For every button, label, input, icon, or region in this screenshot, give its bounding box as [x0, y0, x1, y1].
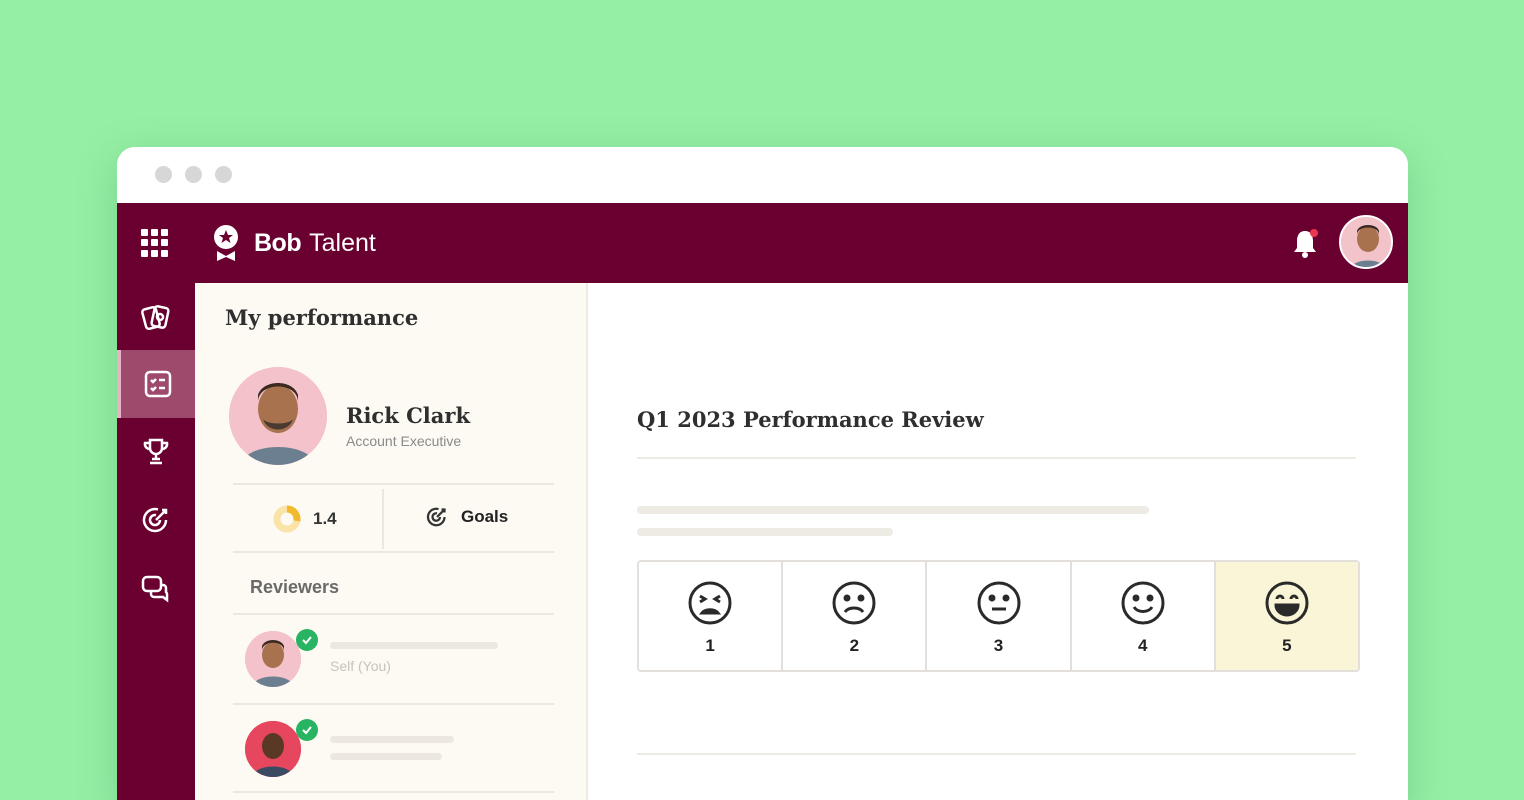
divider — [637, 753, 1356, 755]
check-icon — [296, 629, 318, 651]
panel-title: My performance — [225, 305, 419, 330]
reviewer-label: Self (You) — [330, 658, 391, 674]
window-dot-maximize[interactable] — [215, 166, 232, 183]
bell-icon[interactable] — [1291, 227, 1319, 259]
cards-icon — [141, 305, 170, 331]
window-dot-close[interactable] — [155, 166, 172, 183]
neutral-face-icon — [977, 581, 1020, 625]
divider — [233, 791, 554, 793]
rating-option-4[interactable]: 4 — [1071, 562, 1216, 670]
reviewer-avatar[interactable] — [245, 721, 301, 777]
user-role: Account Executive — [346, 433, 462, 449]
text-placeholder — [330, 753, 442, 760]
brand-name: Bob — [254, 228, 302, 257]
sidebar-item-goals[interactable] — [117, 486, 195, 554]
sidebar-item-achievements[interactable] — [117, 418, 195, 486]
rating-option-5[interactable]: 5 — [1215, 562, 1358, 670]
top-bar: Bob Talent — [117, 203, 1408, 283]
squinting-sad-face-icon — [688, 581, 732, 625]
text-placeholder — [330, 642, 498, 649]
sidebar-item-feedback[interactable] — [117, 554, 195, 622]
brand[interactable]: Bob Talent — [211, 223, 376, 263]
score-donut-icon — [273, 505, 301, 533]
window-chrome — [117, 147, 1408, 203]
rating-value: 3 — [993, 636, 1004, 655]
checklist-icon — [144, 370, 172, 398]
frown-face-icon — [832, 581, 876, 625]
user-name: Rick Clark — [346, 403, 470, 428]
rating-value: 5 — [1282, 636, 1292, 655]
review-title: Q1 2023 Performance Review — [637, 407, 984, 432]
rating-option-2[interactable]: 2 — [783, 562, 928, 670]
divider — [637, 457, 1356, 459]
score-stat[interactable]: 1.4 — [273, 505, 337, 533]
rating-value: 2 — [849, 636, 860, 655]
sidebar-item-cards[interactable] — [117, 283, 195, 351]
text-placeholder — [637, 506, 1149, 514]
stats-divider — [382, 489, 384, 549]
goals-link[interactable]: Goals — [425, 505, 508, 529]
sidebar — [117, 283, 195, 800]
browser-window: Bob Talent My performance Rick Clark Acc… — [117, 147, 1408, 800]
sidebar-item-tasks[interactable] — [117, 350, 195, 418]
smile-face-icon — [1121, 581, 1165, 625]
divider — [233, 551, 554, 553]
score-value: 1.4 — [313, 509, 337, 528]
bob-logo-icon — [214, 225, 238, 261]
profile-panel: My performance Rick Clark Account Execut… — [195, 283, 588, 800]
apps-grid-icon[interactable] — [141, 229, 169, 257]
divider — [233, 483, 554, 485]
text-placeholder — [637, 528, 893, 536]
divider — [233, 613, 554, 615]
brand-product: Talent — [309, 228, 376, 257]
profile-avatar — [229, 367, 327, 465]
rating-value: 1 — [705, 636, 715, 655]
window-dot-minimize[interactable] — [185, 166, 202, 183]
review-area: Q1 2023 Performance Review 1 2 3 4 5 — [589, 283, 1408, 800]
reviewer-avatar[interactable] — [245, 631, 301, 687]
target-icon — [426, 507, 446, 527]
reviewers-heading: Reviewers — [250, 577, 340, 597]
rating-option-1[interactable]: 1 — [639, 562, 784, 670]
check-icon — [296, 719, 318, 741]
rating-value: 4 — [1137, 636, 1148, 655]
chat-bubbles-icon — [141, 575, 169, 603]
target-icon — [142, 507, 168, 533]
grin-face-icon — [1265, 581, 1309, 625]
user-avatar[interactable] — [1339, 215, 1393, 269]
trophy-icon — [143, 438, 169, 465]
rating-scale: 1 2 3 4 5 — [637, 560, 1360, 672]
goals-label: Goals — [461, 507, 509, 526]
text-placeholder — [330, 736, 454, 743]
divider — [233, 703, 554, 705]
rating-option-3[interactable]: 3 — [927, 562, 1072, 670]
